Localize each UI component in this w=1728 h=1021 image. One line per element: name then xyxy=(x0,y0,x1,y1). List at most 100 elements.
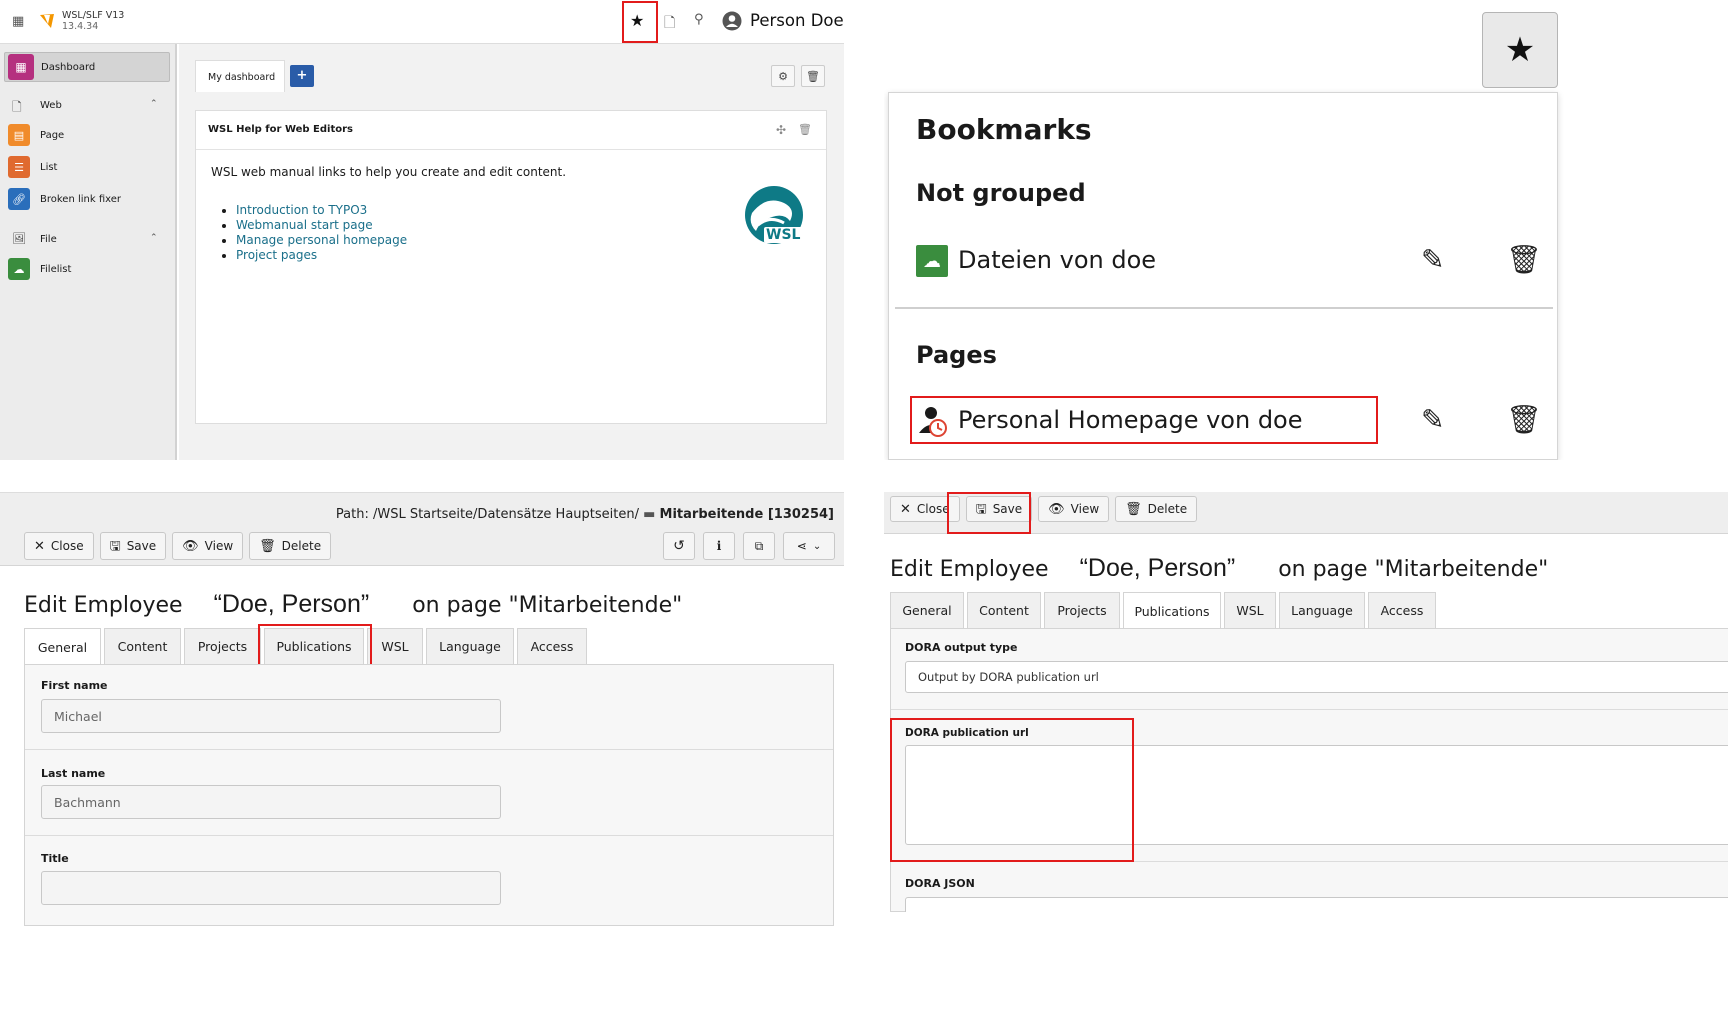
wsl-logo: WSL xyxy=(744,185,804,245)
trash-icon: 🗑︎ xyxy=(1125,501,1142,517)
tab-general[interactable]: General xyxy=(890,592,964,628)
gear-icon: ⚙ xyxy=(778,70,788,83)
widget-trash-icon[interactable]: 🗑︎ xyxy=(798,123,812,136)
tab-access[interactable]: Access xyxy=(517,628,587,664)
tab-language[interactable]: Language xyxy=(1279,592,1365,628)
avatar-icon[interactable] xyxy=(722,11,742,31)
help-link[interactable]: Manage personal homepage xyxy=(236,233,407,247)
delete-button[interactable]: 🗑︎ Delete xyxy=(1115,496,1198,522)
close-button[interactable]: ✕ Close xyxy=(24,532,94,560)
widget-title: WSL Help for Web Editors xyxy=(208,124,353,135)
save-icon: 🖫 xyxy=(975,501,987,517)
tab-content[interactable]: Content xyxy=(967,592,1041,628)
sidebar-item-page[interactable]: ▤ Page xyxy=(8,124,168,150)
star-icon: ★ xyxy=(1504,30,1536,70)
filelist-icon: ☁ xyxy=(916,245,948,277)
publications-panel: ✕ Close 🖫 Save 👁︎ View 🗑︎ Delete Edit Employ… xyxy=(884,492,1728,912)
bookmark-label[interactable]: Personal Homepage von doe xyxy=(958,406,1303,434)
wsl-logo-text: WSL xyxy=(764,227,803,243)
bookmark-toggle-button[interactable]: ★ xyxy=(1482,12,1558,88)
dora-json-label: DORA JSON xyxy=(905,877,975,890)
tab-label: General xyxy=(37,639,88,655)
view-button[interactable]: 👁︎ View xyxy=(172,532,244,560)
tab-label: General xyxy=(902,603,952,618)
tab-wsl[interactable]: WSL xyxy=(367,628,423,664)
widget-card: WSL Help for Web Editors ✣ 🗑︎ WSL web ma… xyxy=(195,110,827,424)
history-button[interactable]: ↺ xyxy=(663,532,695,560)
tab-content[interactable]: Content xyxy=(104,628,181,664)
docheader: ✕ Close 🖫 Save 👁︎ View 🗑︎ Delete xyxy=(884,492,1728,534)
bookmarks-heading: Bookmarks xyxy=(916,113,1092,146)
tab-label: WSL xyxy=(381,639,409,654)
page-title: Edit Employee “Doe, Person” on page "Mit… xyxy=(890,554,1548,583)
tab-wsl[interactable]: WSL xyxy=(1224,592,1276,628)
output-type-label: DORA output type xyxy=(905,641,1018,654)
chevron-up-icon-file[interactable]: ⌃ xyxy=(150,233,158,243)
sidebar-label-file[interactable]: File xyxy=(40,234,57,245)
sidebar-label-web[interactable]: Web xyxy=(40,100,62,111)
sidebar-item-dashboard[interactable]: ▦ Dashboard xyxy=(4,52,170,82)
sidebar-item-filelist[interactable]: ☁ Filelist xyxy=(8,258,168,284)
breadcrumb: Path: /WSL Startseite/Datensätze Hauptse… xyxy=(336,507,834,522)
tab-language[interactable]: Language xyxy=(426,628,514,664)
tab-my-dashboard[interactable]: My dashboard xyxy=(195,60,285,92)
tab-publications[interactable]: Publications xyxy=(1123,592,1221,629)
close-button[interactable]: ✕ Close xyxy=(890,496,960,522)
tab-access[interactable]: Access xyxy=(1368,592,1436,628)
add-dashboard-button[interactable]: + xyxy=(290,65,314,87)
delete-label: Delete xyxy=(281,539,322,553)
dashboard-settings-button[interactable]: ⚙ xyxy=(771,65,795,87)
app-grid-icon[interactable]: ▦ xyxy=(12,14,24,29)
last-name-field[interactable]: Bachmann xyxy=(41,785,501,819)
help-link[interactable]: Webmanual start page xyxy=(236,218,373,232)
delete-button[interactable]: 🗑︎ Delete xyxy=(249,532,332,560)
title-suffix: on page "Mitarbeitende" xyxy=(412,593,683,618)
pencil-icon[interactable]: ✎ xyxy=(1421,403,1444,436)
delete-label: Delete xyxy=(1147,502,1188,516)
tab-my-dashboard-label: My dashboard xyxy=(208,72,276,83)
trash-icon[interactable]: 🗑︎ xyxy=(1506,243,1542,276)
search-icon[interactable]: ⚲ xyxy=(694,12,704,27)
bookmark-label[interactable]: Dateien von doe xyxy=(958,246,1156,274)
save-label: Save xyxy=(126,539,157,553)
save-button[interactable]: 🖫 Save xyxy=(99,532,167,560)
chevron-up-icon[interactable]: ⌃ xyxy=(150,99,158,109)
dashboard-delete-button[interactable]: 🗑︎ xyxy=(801,65,825,87)
typo3-logo-icon xyxy=(40,14,54,28)
document-icon[interactable]: 🗋 xyxy=(664,12,675,36)
save-button[interactable]: 🖫 Save xyxy=(965,496,1033,522)
bookmark-item[interactable]: ☁ Dateien von doe ✎ 🗑︎ xyxy=(916,241,1542,281)
help-link-list: Introduction to TYPO3 Webmanual start pa… xyxy=(224,203,407,263)
bookmark-star-icon[interactable]: ★ xyxy=(630,11,644,30)
info-button[interactable]: i xyxy=(703,532,735,560)
pencil-icon[interactable]: ✎ xyxy=(1421,243,1444,276)
title-field[interactable] xyxy=(41,871,501,905)
filelist-icon: ☁ xyxy=(8,258,30,280)
action-buttons: ✕ Close 🖫 Save 👁︎ View 🗑︎ Delete xyxy=(890,496,1198,522)
pub-url-textarea[interactable] xyxy=(905,745,1728,845)
tab-label: Projects xyxy=(1057,603,1107,618)
output-type-select[interactable]: Output by DORA publication url xyxy=(905,661,1728,693)
help-link[interactable]: Introduction to TYPO3 xyxy=(236,203,367,217)
tab-general[interactable]: General xyxy=(24,628,101,665)
bookmark-item[interactable]: Personal Homepage von doe ✎ 🗑︎ xyxy=(916,401,1542,441)
help-link[interactable]: Project pages xyxy=(236,248,317,262)
group-heading-not-grouped: Not grouped xyxy=(916,179,1086,207)
sidebar-item-broken-link[interactable]: 🔗︎ Broken link fixer xyxy=(8,188,168,214)
tab-label: Content xyxy=(117,639,168,654)
sidebar-item-list[interactable]: ☰ List xyxy=(8,156,168,182)
tab-publications[interactable]: Publications xyxy=(264,628,364,664)
first-name-field[interactable]: Michael xyxy=(41,699,501,733)
move-icon[interactable]: ✣ xyxy=(776,123,786,137)
share-dropdown-button[interactable]: ⋖ ⌄ xyxy=(783,532,835,560)
tab-projects[interactable]: Projects xyxy=(184,628,261,664)
dora-json-field[interactable] xyxy=(905,897,1728,912)
user-name[interactable]: Person Doe xyxy=(750,11,844,30)
tab-projects[interactable]: Projects xyxy=(1044,592,1120,628)
trash-icon[interactable]: 🗑︎ xyxy=(1506,403,1542,436)
open-new-window-button[interactable]: ⧉ xyxy=(743,532,775,560)
view-button[interactable]: 👁︎ View xyxy=(1038,496,1110,522)
field-divider xyxy=(891,861,1728,862)
widget-intro: WSL web manual links to help you create … xyxy=(211,165,567,179)
page-title: Edit Employee “Doe, Person” on page "Mit… xyxy=(24,590,682,619)
